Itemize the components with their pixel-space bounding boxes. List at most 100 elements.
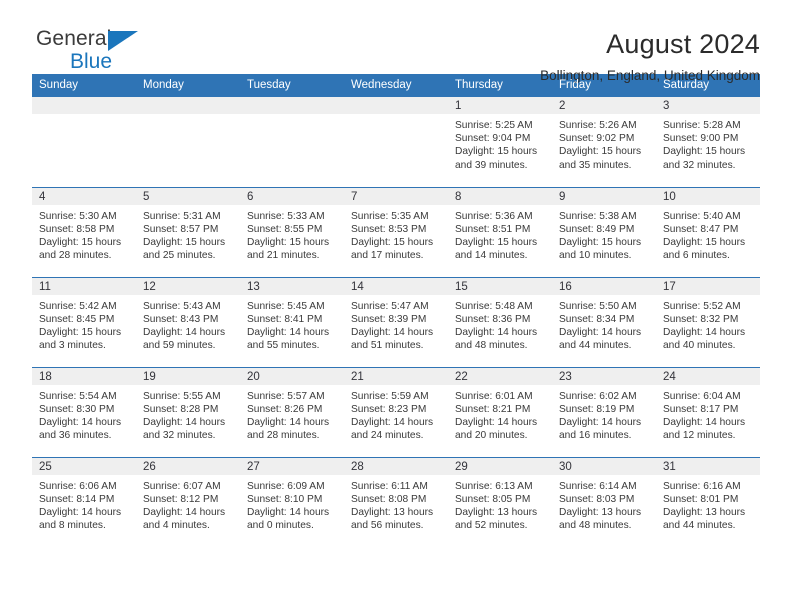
daylight-duration-line2: and 21 minutes. [247, 250, 320, 262]
calendar-day-cell[interactable]: 7 Sunrise: 5:35 AM Sunset: 8:53 PM Daylight… [344, 186, 448, 277]
calendar-day-cell[interactable]: 12 Sunrise: 5:43 AM Sunset: 8:43 PM Dayligh… [136, 276, 240, 367]
day-details: Sunrise: 6:14 AM Sunset: 8:03 PM Daylight:… [552, 475, 656, 533]
day-number: 25 [32, 457, 136, 475]
day-details: Sunrise: 5:35 AM Sunset: 8:53 PM Daylight:… [344, 205, 448, 263]
daylight-duration-line1: Daylight: 14 hours [455, 416, 538, 428]
daylight-duration-line1: Daylight: 13 hours [559, 506, 642, 518]
calendar-day-cell[interactable]: 9 Sunrise: 5:38 AM Sunset: 8:49 PM Daylight… [552, 186, 656, 277]
brand-logo[interactable]: General Blue [32, 26, 182, 80]
brand-name-blue: Blue [70, 50, 113, 73]
calendar-day-cell[interactable]: 30 Sunrise: 6:14 AM Sunset: 8:03 PM Dayligh… [552, 456, 656, 547]
calendar-day-cell[interactable]: 23 Sunrise: 6:02 AM Sunset: 8:19 PM Dayligh… [552, 366, 656, 457]
sunrise-time: Sunrise: 5:36 AM [455, 210, 533, 222]
day-details: Sunrise: 5:31 AM Sunset: 8:57 PM Daylight:… [136, 205, 240, 263]
calendar-day-cell[interactable]: 18 Sunrise: 5:54 AM Sunset: 8:30 PM Dayligh… [32, 366, 136, 457]
calendar-day-cell[interactable]: 14 Sunrise: 5:47 AM Sunset: 8:39 PM Dayligh… [344, 276, 448, 367]
day-details: Sunrise: 5:55 AM Sunset: 8:28 PM Daylight:… [136, 385, 240, 443]
day-number: 7 [344, 187, 448, 205]
daylight-duration-line1: Daylight: 15 hours [455, 146, 538, 158]
calendar-day-cell[interactable]: 28 Sunrise: 6:11 AM Sunset: 8:08 PM Dayligh… [344, 456, 448, 547]
calendar-week-row: 1 Sunrise: 5:25 AM Sunset: 9:04 PM Daylight… [32, 97, 760, 187]
calendar-day-cell[interactable]: 27 Sunrise: 6:09 AM Sunset: 8:10 PM Dayligh… [240, 456, 344, 547]
calendar-day-cell-empty[interactable] [136, 97, 240, 187]
sunrise-time: Sunrise: 6:16 AM [663, 480, 741, 492]
day-details: Sunrise: 5:43 AM Sunset: 8:43 PM Daylight:… [136, 295, 240, 353]
daylight-duration-line1: Daylight: 14 hours [559, 326, 642, 338]
daylight-duration-line1: Daylight: 15 hours [455, 236, 538, 248]
day-number: 27 [240, 457, 344, 475]
day-number: 18 [32, 367, 136, 385]
calendar-day-cell[interactable]: 4 Sunrise: 5:30 AM Sunset: 8:58 PM Daylight… [32, 186, 136, 277]
calendar-day-cell-empty[interactable] [32, 97, 136, 187]
calendar-day-cell-empty[interactable] [344, 97, 448, 187]
sunset-time: Sunset: 9:02 PM [559, 133, 635, 145]
calendar-day-cell[interactable]: 29 Sunrise: 6:13 AM Sunset: 8:05 PM Dayligh… [448, 456, 552, 547]
day-number: 9 [552, 187, 656, 205]
calendar-day-cell[interactable]: 16 Sunrise: 5:50 AM Sunset: 8:34 PM Dayligh… [552, 276, 656, 367]
sunset-time: Sunset: 8:58 PM [39, 223, 115, 235]
daylight-duration-line1: Daylight: 14 hours [663, 326, 746, 338]
calendar-day-cell[interactable]: 11 Sunrise: 5:42 AM Sunset: 8:45 PM Dayligh… [32, 276, 136, 367]
daylight-duration-line2: and 4 minutes. [143, 520, 210, 532]
day-details: Sunrise: 5:25 AM Sunset: 9:04 PM Daylight:… [448, 114, 552, 172]
calendar-day-cell[interactable]: 19 Sunrise: 5:55 AM Sunset: 8:28 PM Dayligh… [136, 366, 240, 457]
calendar-day-cell[interactable]: 2 Sunrise: 5:26 AM Sunset: 9:02 PM Daylight… [552, 97, 656, 187]
title-block: August 2024 Bollington, England, United … [540, 26, 760, 87]
calendar-day-cell[interactable]: 1 Sunrise: 5:25 AM Sunset: 9:04 PM Daylight… [448, 97, 552, 187]
calendar-day-cell[interactable]: 31 Sunrise: 6:16 AM Sunset: 8:01 PM Dayligh… [656, 456, 760, 547]
day-details: Sunrise: 6:11 AM Sunset: 8:08 PM Daylight:… [344, 475, 448, 533]
calendar-day-cell[interactable]: 25 Sunrise: 6:06 AM Sunset: 8:14 PM Dayligh… [32, 456, 136, 547]
calendar-day-cell[interactable]: 6 Sunrise: 5:33 AM Sunset: 8:55 PM Daylight… [240, 186, 344, 277]
day-number [240, 97, 344, 114]
day-details: Sunrise: 5:33 AM Sunset: 8:55 PM Daylight:… [240, 205, 344, 263]
sunrise-time: Sunrise: 5:31 AM [143, 210, 221, 222]
sunset-time: Sunset: 8:43 PM [143, 313, 219, 325]
sunrise-time: Sunrise: 5:52 AM [663, 300, 741, 312]
sunset-time: Sunset: 8:17 PM [663, 403, 739, 415]
day-details: Sunrise: 6:07 AM Sunset: 8:12 PM Daylight:… [136, 475, 240, 533]
daylight-duration-line1: Daylight: 15 hours [247, 236, 330, 248]
daylight-duration-line1: Daylight: 14 hours [39, 506, 122, 518]
sunset-time: Sunset: 8:05 PM [455, 493, 531, 505]
sunrise-time: Sunrise: 5:45 AM [247, 300, 325, 312]
weekday-header-tuesday: Tuesday [240, 74, 344, 97]
calendar-day-cell[interactable]: 10 Sunrise: 5:40 AM Sunset: 8:47 PM Dayligh… [656, 186, 760, 277]
day-number: 12 [136, 277, 240, 295]
day-number: 3 [656, 97, 760, 114]
calendar-day-cell[interactable]: 15 Sunrise: 5:48 AM Sunset: 8:36 PM Dayligh… [448, 276, 552, 367]
daylight-duration-line2: and 0 minutes. [247, 520, 314, 532]
calendar-day-cell[interactable]: 3 Sunrise: 5:28 AM Sunset: 9:00 PM Daylight… [656, 97, 760, 187]
page-title: August 2024 [606, 29, 760, 59]
calendar-day-cell[interactable]: 20 Sunrise: 5:57 AM Sunset: 8:26 PM Dayligh… [240, 366, 344, 457]
calendar-day-cell[interactable]: 13 Sunrise: 5:45 AM Sunset: 8:41 PM Dayligh… [240, 276, 344, 367]
daylight-duration-line2: and 48 minutes. [455, 340, 528, 352]
sunset-time: Sunset: 8:32 PM [663, 313, 739, 325]
calendar-day-cell[interactable]: 22 Sunrise: 6:01 AM Sunset: 8:21 PM Dayligh… [448, 366, 552, 457]
sunrise-time: Sunrise: 5:48 AM [455, 300, 533, 312]
day-number: 31 [656, 457, 760, 475]
day-number: 14 [344, 277, 448, 295]
calendar-day-cell[interactable]: 26 Sunrise: 6:07 AM Sunset: 8:12 PM Dayligh… [136, 456, 240, 547]
day-number: 1 [448, 97, 552, 114]
calendar-day-cell[interactable]: 5 Sunrise: 5:31 AM Sunset: 8:57 PM Daylight… [136, 186, 240, 277]
day-number: 2 [552, 97, 656, 114]
daylight-duration-line1: Daylight: 15 hours [39, 236, 122, 248]
day-number: 13 [240, 277, 344, 295]
sunrise-time: Sunrise: 5:42 AM [39, 300, 117, 312]
sunrise-time: Sunrise: 5:59 AM [351, 390, 429, 402]
daylight-duration-line1: Daylight: 15 hours [143, 236, 226, 248]
daylight-duration-line2: and 6 minutes. [663, 250, 730, 262]
calendar-day-cell-empty[interactable] [240, 97, 344, 187]
daylight-duration-line1: Daylight: 13 hours [663, 506, 746, 518]
calendar-day-cell[interactable]: 8 Sunrise: 5:36 AM Sunset: 8:51 PM Daylight… [448, 186, 552, 277]
day-number [32, 97, 136, 114]
daylight-duration-line2: and 25 minutes. [143, 250, 216, 262]
daylight-duration-line1: Daylight: 14 hours [247, 506, 330, 518]
sunset-time: Sunset: 8:01 PM [663, 493, 739, 505]
calendar-day-cell[interactable]: 21 Sunrise: 5:59 AM Sunset: 8:23 PM Dayligh… [344, 366, 448, 457]
daylight-duration-line2: and 32 minutes. [143, 430, 216, 442]
calendar-day-cell[interactable]: 24 Sunrise: 6:04 AM Sunset: 8:17 PM Dayligh… [656, 366, 760, 457]
day-number: 28 [344, 457, 448, 475]
calendar-day-cell[interactable]: 17 Sunrise: 5:52 AM Sunset: 8:32 PM Dayligh… [656, 276, 760, 367]
calendar-week-row: 11 Sunrise: 5:42 AM Sunset: 8:45 PM Dayligh… [32, 276, 760, 367]
